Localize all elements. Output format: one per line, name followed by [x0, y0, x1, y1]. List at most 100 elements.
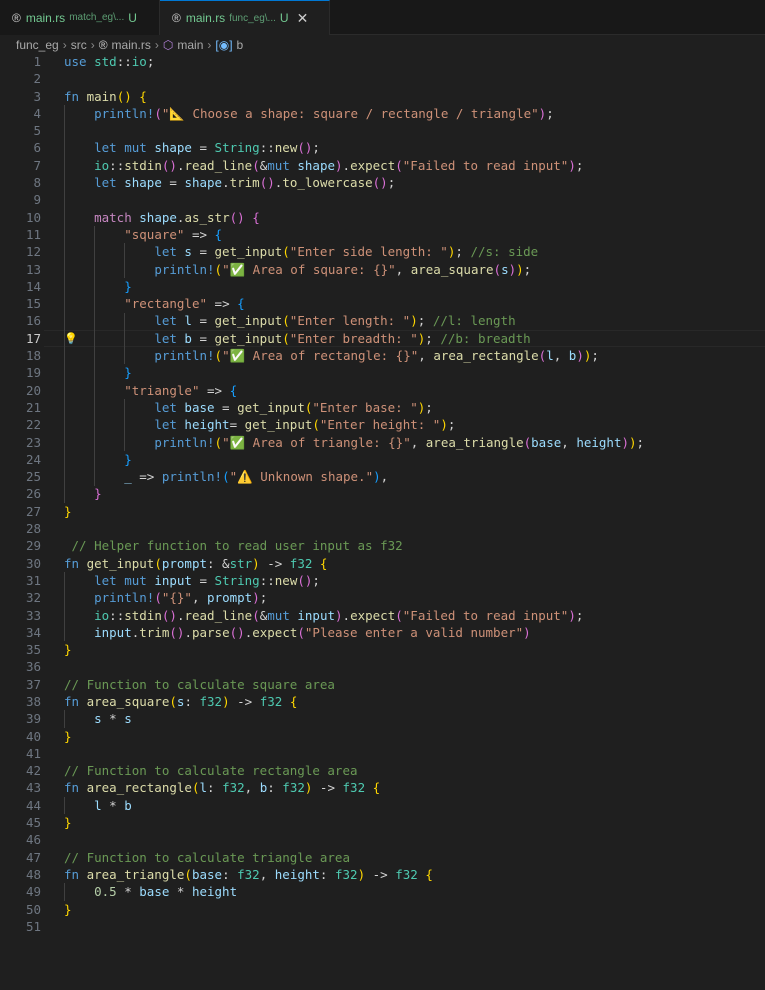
code-line[interactable]: 10 match shape.as_str() {	[0, 209, 765, 226]
breadcrumb: func_eg › src › ® main.rs › ⬡ main › [◉]…	[0, 35, 765, 55]
tab-main-rs-func-eg[interactable]: ® main.rs func_eg\... U ✕	[160, 0, 330, 35]
code-line[interactable]: 45}	[0, 814, 765, 831]
code-token: b	[124, 797, 132, 813]
code-line[interactable]: 50}	[0, 901, 765, 918]
code-line[interactable]: 29 // Helper function to read user input…	[0, 537, 765, 554]
code-line[interactable]: 32 println!("{}", prompt);	[0, 589, 765, 606]
code-line[interactable]: 9	[0, 191, 765, 208]
code-line[interactable]: 46	[0, 831, 765, 848]
code-line[interactable]: 48 fn area_triangle(base: f32, height: f3…	[0, 866, 765, 883]
code-token: }	[124, 365, 132, 381]
code-text: println!("✅ Area of rectangle: {}", area…	[64, 347, 599, 364]
code-line[interactable]: 27}	[0, 503, 765, 520]
code-line[interactable]: 23 println!("✅ Area of triangle: {}", ar…	[0, 434, 765, 451]
code-line[interactable]: 21 let base = get_input("Enter base: ");	[0, 399, 765, 416]
code-line[interactable]: 12 let s = get_input("Enter side length:…	[0, 243, 765, 260]
code-line[interactable]: 4 println!("📐 Choose a shape: square / r…	[0, 105, 765, 122]
code-line[interactable]: 36	[0, 658, 765, 675]
code-token: area_rectangle	[433, 348, 539, 364]
code-line[interactable]: 39 s * s	[0, 710, 765, 727]
code-line[interactable]: 38 fn area_square(s: f32) -> f32 {	[0, 693, 765, 710]
code-line[interactable]: 2	[0, 70, 765, 87]
code-line[interactable]: 51	[0, 918, 765, 935]
code-line[interactable]: 14 }	[0, 278, 765, 295]
indent-guide	[64, 572, 65, 642]
indent-guide	[124, 243, 126, 278]
code-line[interactable]: 47 // Function to calculate triangle area	[0, 849, 765, 866]
code-line[interactable]: 15 "rectangle" => {	[0, 295, 765, 312]
code-token: =	[191, 572, 215, 588]
code-line[interactable]: 35}	[0, 641, 765, 658]
code-line[interactable]: 26 }	[0, 485, 765, 502]
code-token: (	[252, 607, 260, 623]
code-line[interactable]: 18 println!("✅ Area of rectangle: {}", a…	[0, 347, 765, 364]
code-token: }	[64, 901, 72, 917]
breadcrumb-folder-src[interactable]: src	[71, 38, 87, 52]
code-token: get_input	[214, 313, 283, 329]
code-line[interactable]: 19 }	[0, 364, 765, 381]
code-line[interactable]: 7 io::stdin().read_line(&mut shape).expe…	[0, 157, 765, 174]
breadcrumb-file[interactable]: main.rs	[112, 38, 151, 52]
line-number: 28	[25, 521, 41, 537]
indent-guide	[64, 104, 65, 503]
chevron-right-icon: ›	[207, 38, 212, 52]
code-line[interactable]: 34 input.trim().parse().expect("Please e…	[0, 624, 765, 641]
code-token: f32	[334, 866, 358, 882]
code-line[interactable]: 1 use std::io;	[0, 53, 765, 70]
code-line[interactable]: 28	[0, 520, 765, 537]
code-token: io	[131, 54, 147, 69]
code-token: get_input	[214, 244, 283, 260]
code-line[interactable]: 8 let shape = shape.trim().to_lowercase(…	[0, 174, 765, 191]
code-line[interactable]: 37 // Function to calculate square area	[0, 676, 765, 693]
code-line[interactable]: 44 l * b	[0, 797, 765, 814]
code-line[interactable]: 30 fn get_input(prompt: &str) -> f32 {	[0, 555, 765, 572]
code-line[interactable]: 25 _ => println!("⚠️ Unknown shape."),	[0, 468, 765, 485]
breadcrumb-symbol-main[interactable]: main	[177, 38, 203, 52]
line-number: 48	[25, 866, 41, 882]
code-line[interactable]: 49 0.5 * base * height	[0, 883, 765, 900]
code-line[interactable]: 40}	[0, 728, 765, 745]
code-line[interactable]: 5	[0, 122, 765, 139]
code-editor[interactable]: 1 use std::io; 2 3 fn main() {4 println!("📐 …	[0, 53, 765, 990]
code-token: main	[86, 88, 117, 104]
code-line[interactable]: 24 }	[0, 451, 765, 468]
code-text: fn main() {	[64, 88, 147, 105]
indent-guide	[64, 710, 65, 728]
code-line[interactable]: 31 let mut input = String::new();	[0, 572, 765, 589]
code-line[interactable]: 13 println!("✅ Area of square: {}", area…	[0, 261, 765, 278]
code-line[interactable]: 42 // Function to calculate rectangle are…	[0, 762, 765, 779]
breadcrumb-symbol-b[interactable]: b	[237, 38, 244, 52]
code-line[interactable]: 33 io::stdin().read_line(&mut input).exp…	[0, 607, 765, 624]
code-token: )	[222, 693, 230, 709]
close-icon[interactable]: ✕	[297, 10, 309, 27]
code-line[interactable]: 3 fn main() {	[0, 88, 765, 105]
code-text: }	[64, 901, 72, 918]
code-token: "Enter side length: "	[289, 244, 448, 260]
code-token: area_triangle	[86, 866, 185, 882]
code-text: fn area_square(s: f32) -> f32 {	[64, 693, 297, 710]
code-token: )	[410, 313, 418, 329]
code-line[interactable]: 20 "triangle" => {	[0, 382, 765, 399]
code-line[interactable]: 41	[0, 745, 765, 762]
code-line[interactable]: 17 💡 let b = get_input("Enter breadth: ")…	[0, 329, 765, 348]
code-token: match	[94, 209, 140, 225]
code-token: f32	[342, 780, 366, 796]
code-line[interactable]: 16 let l = get_input("Enter length: "); …	[0, 312, 765, 329]
code-line[interactable]: 11 "square" => {	[0, 226, 765, 243]
code-token: trim	[139, 624, 170, 640]
code-token: // Function to calculate square area	[64, 676, 335, 692]
line-number: 51	[25, 918, 41, 934]
code-line[interactable]: 6 let mut shape = String::new();	[0, 139, 765, 156]
line-number: 16	[25, 313, 41, 329]
breadcrumb-folder-func-eg[interactable]: func_eg	[16, 38, 59, 52]
code-text: let s = get_input("Enter side length: ")…	[64, 243, 538, 260]
code-line[interactable]: 43 fn area_rectangle(l: f32, b: f32) -> f…	[0, 779, 765, 796]
code-token: =	[191, 330, 215, 346]
tab-main-rs-match-eg[interactable]: ® main.rs match_eg\... U	[0, 0, 160, 35]
code-line[interactable]: 22 let height= get_input("Enter height: …	[0, 416, 765, 433]
code-token: {	[425, 866, 433, 882]
